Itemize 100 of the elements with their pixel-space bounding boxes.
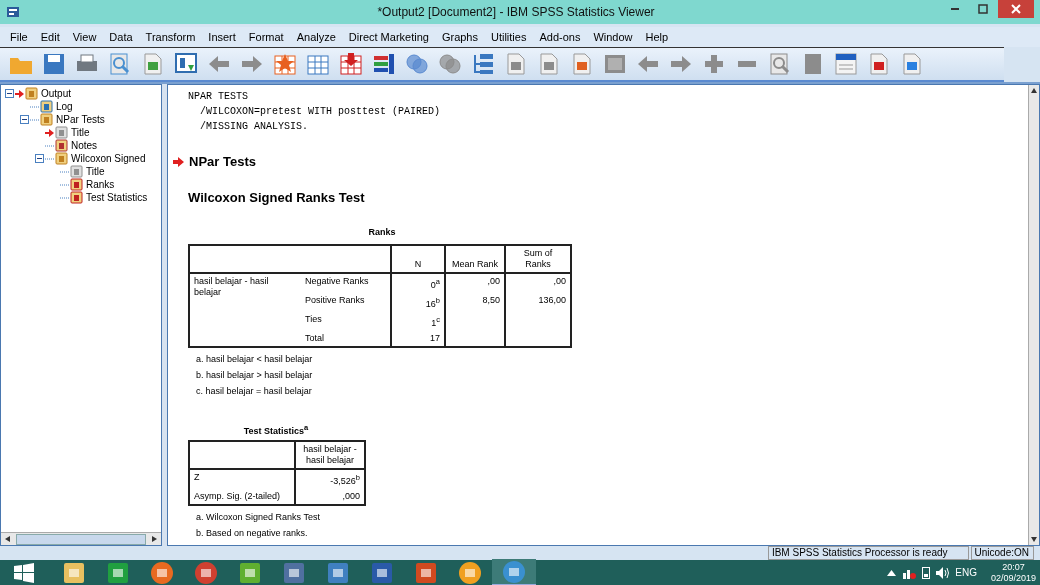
vertical-scrollbar[interactable] bbox=[1028, 85, 1039, 545]
tree-item[interactable]: Title bbox=[71, 127, 90, 138]
store-icon bbox=[106, 560, 130, 585]
scroll-up-icon[interactable] bbox=[1031, 88, 1037, 93]
column-header: N bbox=[391, 245, 445, 273]
collapse-icon[interactable] bbox=[20, 115, 29, 124]
menu-item[interactable]: Analyze bbox=[290, 31, 343, 43]
scroll-down-icon[interactable] bbox=[1031, 537, 1037, 542]
log-icon bbox=[40, 100, 53, 113]
ball-icon bbox=[458, 560, 482, 585]
chrome-icon bbox=[194, 560, 218, 585]
folder-icon bbox=[62, 560, 86, 585]
scroll-right-icon[interactable] bbox=[152, 536, 157, 542]
minimize-icon bbox=[951, 8, 959, 10]
bars-icon[interactable] bbox=[371, 51, 397, 77]
menu-item[interactable]: Graphs bbox=[435, 31, 485, 43]
column-header: Mean Rank bbox=[445, 245, 505, 273]
footnote: c. hasil belajar = hasil belajar bbox=[196, 385, 313, 398]
table-cell: ,00 bbox=[553, 276, 566, 286]
language-indicator[interactable]: ENG bbox=[955, 567, 977, 578]
heading-icon[interactable] bbox=[833, 51, 859, 77]
test-heading: Wilcoxon Signed Ranks Test bbox=[188, 190, 366, 205]
collapse-icon[interactable] bbox=[35, 154, 44, 163]
menu-item[interactable]: File bbox=[4, 31, 35, 43]
column-header: hasil belajar - hasil belajar bbox=[295, 441, 365, 469]
menu-item[interactable]: Insert bbox=[202, 31, 243, 43]
tree-item[interactable]: Output bbox=[41, 88, 72, 99]
table-cell: 1$^{c}$ bbox=[431, 318, 440, 328]
table-cell: ,000 bbox=[342, 491, 360, 501]
table-title: Ranks bbox=[367, 227, 397, 237]
syntax-line: NPAR TESTS bbox=[188, 90, 249, 104]
computer-icon bbox=[326, 560, 350, 585]
sigma-icon bbox=[502, 559, 526, 584]
scroll-left-icon[interactable] bbox=[5, 536, 10, 542]
menu-item[interactable]: Transform bbox=[139, 31, 203, 43]
column-header: Sum of Ranks bbox=[505, 245, 571, 273]
status-message: IBM SPSS Statistics Processor is ready bbox=[767, 546, 969, 560]
book-icon bbox=[40, 113, 53, 126]
tray-chevron-icon[interactable] bbox=[887, 569, 897, 576]
table-cell: 17 bbox=[430, 333, 440, 343]
title-icon bbox=[55, 126, 68, 139]
syntax-line: /WILCOXON=pretest WITH posttest (PAIRED) bbox=[199, 105, 442, 119]
book-icon bbox=[25, 87, 38, 100]
window-title: *Output2 [Document2] - IBM SPSS Statistics Viewer bbox=[376, 5, 656, 19]
tree-item[interactable]: Test Statistics bbox=[86, 192, 148, 203]
word-icon bbox=[370, 560, 394, 585]
horizontal-scrollbar[interactable] bbox=[1, 532, 161, 545]
sigma-taskbar-button[interactable] bbox=[492, 559, 536, 585]
footnote: a. Wilcoxon Signed Ranks Test bbox=[196, 511, 321, 524]
table-cell: 8,50 bbox=[482, 295, 500, 305]
menu-item[interactable]: Add-ons bbox=[533, 31, 588, 43]
encoding-status: Unicode:ON bbox=[970, 546, 1034, 560]
row-group-label: hasil belajar - hasil belajar bbox=[189, 273, 301, 347]
close-icon bbox=[1011, 4, 1021, 14]
table-icon bbox=[70, 178, 83, 191]
footnote: a. hasil belajar < hasil belajar bbox=[196, 353, 314, 366]
menu-item[interactable]: Data bbox=[103, 31, 140, 43]
table-cell: 136,00 bbox=[538, 295, 566, 305]
firefox-icon bbox=[150, 560, 174, 585]
tree-item[interactable]: Log bbox=[56, 101, 73, 112]
menu-item[interactable]: View bbox=[66, 31, 104, 43]
notes-icon bbox=[55, 139, 68, 152]
battery-icon[interactable] bbox=[922, 566, 931, 579]
menu-item[interactable]: Window bbox=[587, 31, 640, 43]
close-button[interactable] bbox=[998, 0, 1034, 18]
tree-item[interactable]: Notes bbox=[71, 140, 98, 151]
row-label: Z bbox=[189, 469, 295, 489]
tree-item[interactable]: NPar Tests bbox=[56, 114, 105, 125]
calculator-icon bbox=[282, 560, 306, 585]
menu-item[interactable]: Utilities bbox=[485, 31, 534, 43]
footnote: b. Based on negative ranks. bbox=[196, 527, 309, 540]
table-title: Test Statistics$^{a}$ bbox=[242, 423, 310, 436]
collapse-icon[interactable] bbox=[5, 89, 14, 98]
powerpoint-icon bbox=[414, 560, 438, 585]
title-icon bbox=[70, 165, 83, 178]
book-icon bbox=[55, 152, 68, 165]
tree-item[interactable]: Wilcoxon Signed bbox=[71, 153, 146, 164]
row-label: Asymp. Sig. (2-tailed) bbox=[189, 489, 295, 505]
table-icon bbox=[70, 191, 83, 204]
table-cell: -3,526$^{b}$ bbox=[330, 476, 360, 486]
menu-item[interactable]: Format bbox=[242, 31, 291, 43]
tree-item[interactable]: Ranks bbox=[86, 179, 115, 190]
down-arrow-grid-icon[interactable] bbox=[338, 51, 364, 77]
row-label: Negative Ranks bbox=[301, 273, 391, 293]
menu-item[interactable]: Help bbox=[639, 31, 676, 43]
row-label: Ties bbox=[301, 312, 391, 331]
footnote: b. hasil belajar > hasil belajar bbox=[196, 369, 314, 382]
syntax-line: /MISSING ANALYSIS. bbox=[199, 120, 310, 134]
tree-item[interactable]: Title bbox=[86, 166, 105, 177]
section-heading: NPar Tests bbox=[189, 154, 256, 169]
menu-item[interactable]: Direct Marketing bbox=[342, 31, 436, 43]
leaf-icon bbox=[238, 560, 262, 585]
maximize-icon bbox=[978, 4, 988, 14]
speaker-icon[interactable] bbox=[936, 566, 950, 579]
start-icon[interactable] bbox=[14, 562, 34, 583]
app-icon bbox=[6, 5, 20, 19]
circles-icon[interactable] bbox=[404, 51, 430, 77]
menu-item[interactable]: Edit bbox=[34, 31, 67, 43]
table-cell: ,00 bbox=[487, 276, 500, 286]
clock-date: 02/09/2019 bbox=[990, 572, 1036, 584]
